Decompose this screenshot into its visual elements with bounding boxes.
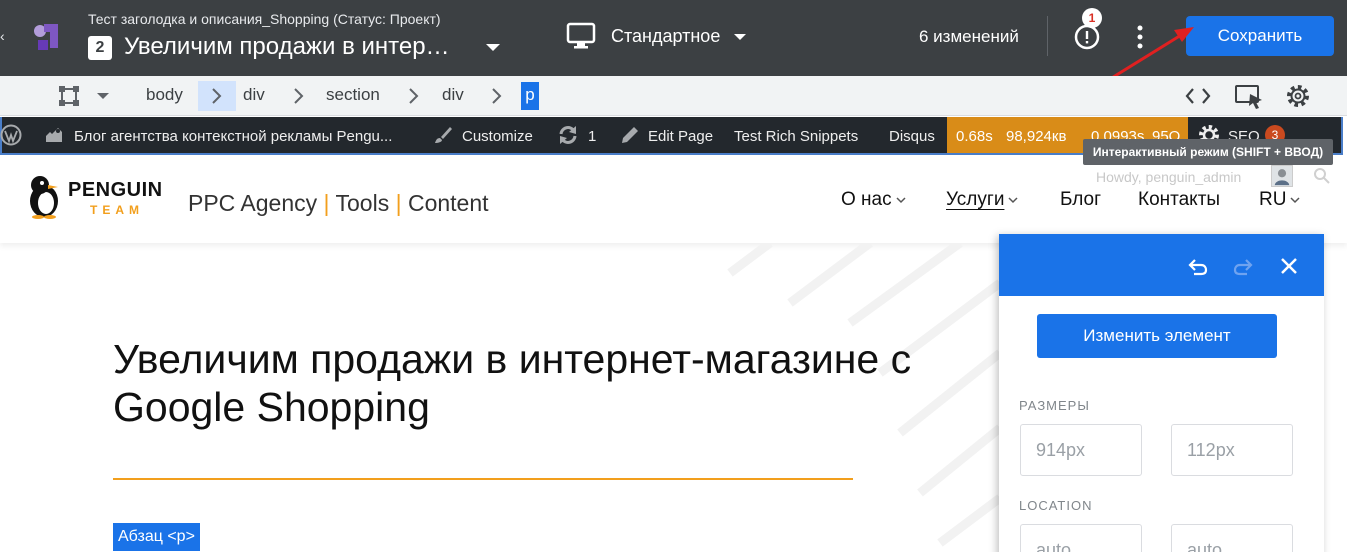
tagline-tools[interactable]: Tools: [336, 190, 390, 216]
selection-mode-icon[interactable]: [58, 85, 80, 107]
wp-updates-count[interactable]: 1: [588, 128, 596, 145]
nav-item-services[interactable]: Услуги: [946, 189, 1018, 211]
wp-rich-snippets[interactable]: Test Rich Snippets: [734, 128, 858, 145]
element-breadcrumb-bar: body div section div p: [0, 76, 1347, 116]
breadcrumb-item-body[interactable]: body: [146, 85, 183, 105]
search-icon[interactable]: [1313, 167, 1331, 185]
site-tagline: PPC Agency | Tools | Content: [188, 190, 489, 217]
home-icon[interactable]: [44, 126, 64, 144]
pencil-icon[interactable]: [620, 125, 640, 145]
nav-item-label: Услуги: [946, 189, 1005, 210]
undo-icon[interactable]: [1186, 254, 1210, 278]
nav-item-label: Контакты: [1138, 189, 1221, 210]
interactive-mode-icon[interactable]: [1234, 84, 1264, 110]
nav-item-label: RU: [1259, 189, 1287, 210]
nav-item-contacts[interactable]: Контакты: [1138, 189, 1220, 211]
logo-word: PENGUIN: [68, 179, 163, 201]
nav-item-label: О нас: [841, 189, 892, 210]
tagline-separator: |: [323, 190, 330, 216]
penguin-logo-icon[interactable]: [24, 173, 64, 219]
page-heading[interactable]: Увеличим продажи в интернет-магазине с G…: [113, 335, 1023, 431]
chevron-right-icon: [294, 88, 304, 104]
chevron-right-icon: [409, 88, 419, 104]
logo-team: TEAM: [90, 203, 144, 217]
wp-edit-page[interactable]: Edit Page: [648, 128, 713, 145]
breadcrumb-item-div[interactable]: div: [442, 85, 464, 105]
breadcrumb-item-p-active[interactable]: p: [521, 82, 539, 110]
experiment-dropdown-icon[interactable]: [486, 44, 500, 51]
chevron-left-icon[interactable]: ‹: [0, 28, 5, 44]
interactive-mode-tooltip: Интерактивный режим (SHIFT + ВВОД): [1083, 139, 1333, 165]
location-x-field[interactable]: auto: [1020, 524, 1142, 552]
heading-underline: [113, 478, 853, 480]
height-field[interactable]: 112px: [1171, 424, 1293, 476]
wordpress-icon[interactable]: [0, 124, 22, 146]
tagline-separator: |: [395, 190, 402, 216]
element-editor-panel: Изменить элемент РАЗМЕРЫ 914px 112px LOC…: [999, 234, 1324, 552]
nav-item-about[interactable]: О нас: [841, 189, 906, 211]
experiment-number-badge: 2: [88, 36, 112, 60]
close-icon[interactable]: [1277, 254, 1301, 278]
experiment-subtitle: Тест заголодка и описания_Shopping (Стат…: [88, 11, 441, 27]
experiment-title[interactable]: Увеличим продажи в интер…: [124, 33, 450, 61]
panel-header: [999, 234, 1324, 296]
nav-item-label: Блог: [1060, 189, 1102, 210]
selection-dropdown-icon[interactable]: [97, 93, 109, 99]
sizes-label: РАЗМЕРЫ: [1019, 398, 1090, 413]
perf-memory: 98,924кв: [1006, 128, 1067, 145]
monitor-icon[interactable]: [566, 22, 596, 50]
howdy-user[interactable]: Howdy, penguin_admin: [1096, 169, 1241, 185]
tagline-content[interactable]: Content: [408, 190, 489, 216]
chevron-right-icon: [492, 88, 502, 104]
nav-item-language[interactable]: RU: [1259, 189, 1300, 211]
user-avatar-icon: [1274, 169, 1290, 186]
selected-element-tag: Абзац <p>: [113, 523, 200, 551]
nav-item-blog[interactable]: Блог: [1060, 189, 1101, 211]
tagline-ppc[interactable]: PPC Agency: [188, 190, 317, 216]
gear-icon[interactable]: [1284, 82, 1312, 110]
breadcrumb-item-div[interactable]: div: [243, 85, 265, 105]
chevron-down-icon: [1008, 197, 1018, 204]
chevron-right-icon: [212, 88, 222, 104]
save-button[interactable]: Сохранить: [1186, 16, 1334, 56]
updates-icon[interactable]: [557, 124, 579, 146]
device-dropdown-icon[interactable]: [734, 34, 746, 40]
code-icon[interactable]: [1184, 85, 1212, 107]
location-label: LOCATION: [1019, 498, 1093, 513]
wp-customize[interactable]: Customize: [462, 128, 533, 145]
edit-element-button[interactable]: Изменить элемент: [1037, 314, 1277, 358]
site-header: Howdy, penguin_admin PENGUIN TEAM PPC Ag…: [0, 155, 1347, 243]
chevron-down-icon: [1290, 197, 1300, 204]
chevron-down-icon: [896, 197, 906, 204]
width-field[interactable]: 914px: [1020, 424, 1142, 476]
breadcrumb-item-section[interactable]: section: [326, 85, 380, 105]
divider: [1047, 16, 1048, 56]
changes-count[interactable]: 6 изменений: [919, 27, 1019, 47]
redo-icon[interactable]: [1231, 254, 1255, 278]
brush-icon[interactable]: [433, 125, 453, 145]
wp-site-name[interactable]: Блог агентства контекстной рекламы Pengu…: [74, 128, 392, 145]
perf-time: 0.68s: [956, 128, 993, 145]
avatar[interactable]: [1271, 165, 1293, 187]
device-select-label[interactable]: Стандартное: [611, 26, 720, 47]
wp-disqus[interactable]: Disqus: [889, 128, 935, 145]
location-y-field[interactable]: auto: [1171, 524, 1293, 552]
optimize-logo-icon: [34, 24, 58, 50]
